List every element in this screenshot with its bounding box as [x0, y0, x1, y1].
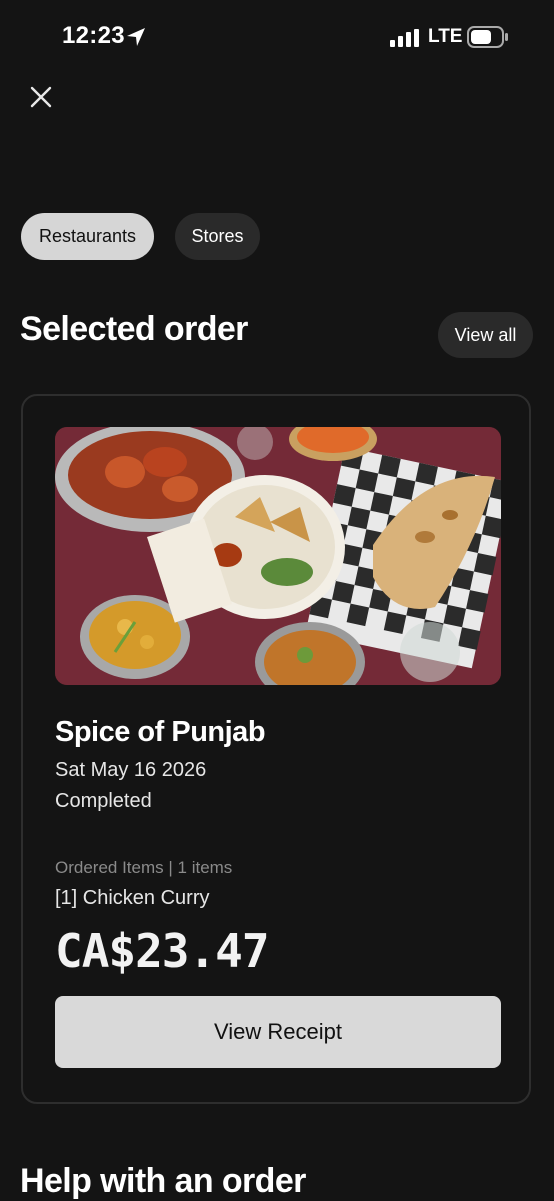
- view-all-label: View all: [454, 324, 517, 345]
- status-time: 12:23: [62, 22, 125, 49]
- close-icon[interactable]: [28, 84, 54, 110]
- chip-label: Stores: [191, 226, 244, 246]
- ordered-items-summary: Ordered Items | 1 items: [55, 858, 233, 877]
- help-with-order-heading: Help with an order: [20, 1162, 306, 1200]
- order-date: Sat May 16 2026: [55, 759, 207, 781]
- chip-label: Restaurants: [38, 226, 137, 246]
- filter-chip-restaurants[interactable]: Restaurants: [21, 213, 154, 260]
- order-total: CA$23.47: [55, 924, 270, 978]
- view-receipt-label: View Receipt: [214, 1019, 342, 1044]
- restaurant-name: Spice of Punjab: [55, 716, 266, 748]
- order-card[interactable]: Spice of Punjab Sat May 16 2026 Complete…: [21, 394, 531, 1104]
- battery-icon: [467, 26, 508, 48]
- network-label: LTE: [428, 26, 463, 47]
- order-item: [1] Chicken Curry: [55, 887, 210, 909]
- location-arrow-icon: [127, 28, 145, 46]
- order-status: Completed: [55, 790, 152, 812]
- view-all-button[interactable]: View all: [438, 312, 533, 358]
- filter-chip-stores[interactable]: Stores: [175, 213, 260, 260]
- signal-bars-icon: [390, 29, 419, 47]
- status-bar: 12:23 LTE: [0, 0, 554, 76]
- restaurant-food-photo: [55, 427, 501, 685]
- selected-order-heading: Selected order: [20, 310, 248, 348]
- view-receipt-button[interactable]: View Receipt: [55, 996, 501, 1068]
